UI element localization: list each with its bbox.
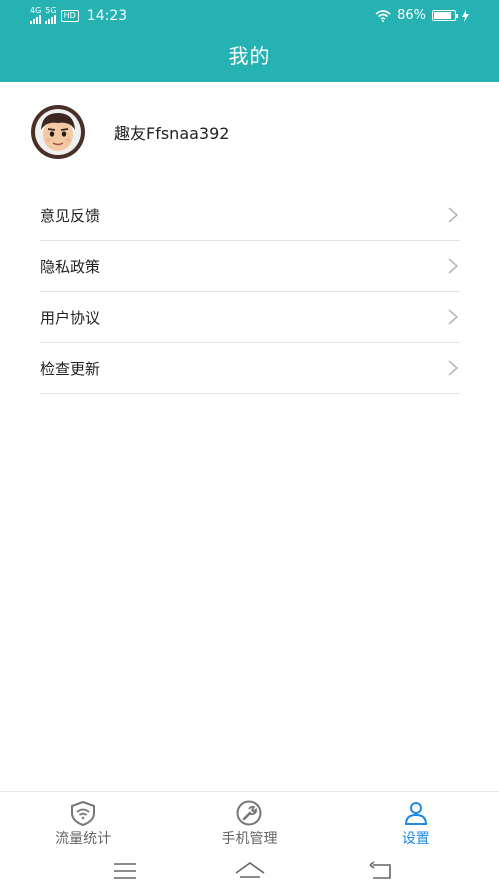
wifi-icon — [375, 9, 391, 22]
back-icon[interactable] — [363, 857, 399, 885]
settings-menu: 意见反馈 隐私政策 用户协议 检查更新 — [40, 190, 460, 394]
avatar — [31, 105, 85, 159]
tab-label: 设置 — [401, 831, 430, 847]
system-navigation-bar — [0, 849, 499, 893]
network-type-2: 5G — [45, 6, 57, 15]
person-icon — [404, 802, 427, 825]
hd-badge: HD — [60, 9, 79, 22]
status-left: 4G 5G HD 14:23 — [30, 7, 127, 24]
tab-phone-management[interactable]: 手机管理 — [166, 792, 332, 849]
tab-label: 流量统计 — [55, 831, 112, 847]
menu-item-label: 隐私政策 — [40, 257, 101, 276]
wrench-icon — [236, 800, 262, 826]
battery-fill — [434, 12, 452, 19]
chevron-right-icon — [448, 360, 459, 376]
chevron-right-icon — [448, 207, 459, 223]
home-icon[interactable] — [232, 857, 268, 885]
menu-icon[interactable] — [107, 857, 143, 885]
header: 4G 5G HD 14:23 86% 我的 — [0, 0, 499, 82]
status-right: 86% — [375, 8, 469, 23]
cell-signal-1-icon: 4G — [30, 7, 41, 24]
status-time: 14:23 — [86, 7, 128, 24]
chevron-right-icon — [448, 258, 459, 274]
network-type-1: 4G — [30, 6, 42, 15]
chevron-right-icon — [448, 309, 459, 325]
tab-traffic-stats[interactable]: 流量统计 — [0, 792, 166, 849]
battery-percent: 86% — [397, 8, 426, 23]
menu-item-user-agreement[interactable]: 用户协议 — [40, 292, 460, 343]
menu-item-privacy-policy[interactable]: 隐私政策 — [40, 241, 460, 292]
menu-item-label: 检查更新 — [40, 359, 101, 378]
menu-item-label: 用户协议 — [40, 308, 101, 327]
cell-signal-2-icon: 5G — [45, 6, 57, 24]
battery-icon — [432, 10, 458, 21]
menu-item-label: 意见反馈 — [40, 206, 101, 225]
username: 趣友Ffsnaa392 — [114, 124, 230, 143]
profile[interactable]: 趣友Ffsnaa392 — [30, 104, 229, 160]
menu-item-feedback[interactable]: 意见反馈 — [40, 190, 460, 241]
page-title: 我的 — [228, 44, 271, 68]
charging-icon — [462, 9, 469, 22]
menu-item-check-update[interactable]: 检查更新 — [40, 343, 460, 394]
tab-label: 手机管理 — [221, 831, 278, 847]
shield-wifi-icon — [71, 800, 96, 826]
status-bar: 4G 5G HD 14:23 86% — [0, 0, 499, 30]
tab-settings[interactable]: 设置 — [333, 792, 499, 849]
bottom-tab-bar: 流量统计 手机管理 设置 — [0, 791, 499, 849]
